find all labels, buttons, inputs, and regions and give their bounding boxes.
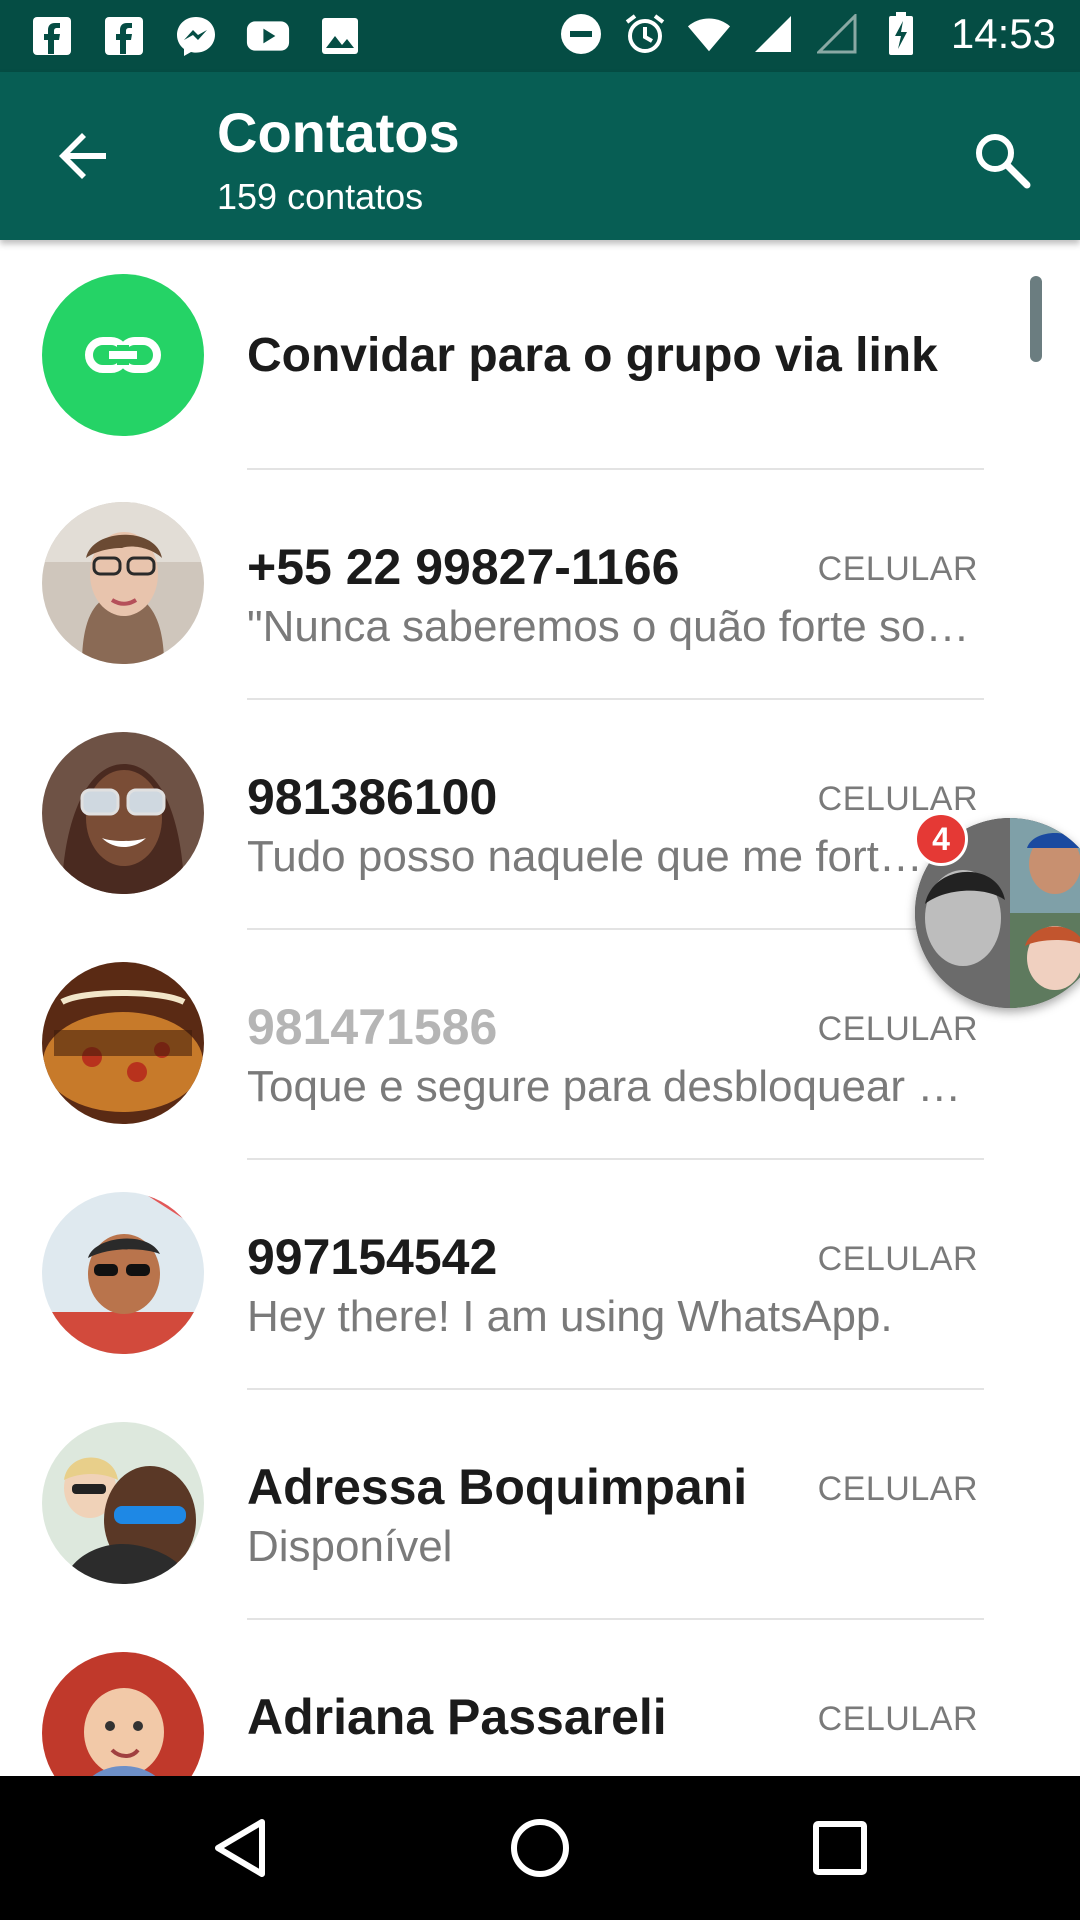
navigation-bar — [0, 1776, 1080, 1920]
contact-row[interactable]: 997154542 CELULAR Hey there! I am using … — [0, 1158, 1080, 1388]
page-title: Contatos — [217, 101, 460, 164]
contact-row[interactable]: Adressa Boquimpani CELULAR Disponível — [0, 1388, 1080, 1618]
avatar[interactable] — [42, 732, 204, 894]
scrollbar[interactable] — [1030, 276, 1042, 362]
avatar[interactable] — [42, 1652, 204, 1776]
clock: 14:53 — [950, 10, 1056, 57]
avatar[interactable] — [42, 502, 204, 664]
contact-type: CELULAR — [817, 1470, 978, 1508]
nav-back-icon — [215, 1819, 265, 1877]
divider — [247, 1618, 984, 1620]
contact-status: Toque e segure para desbloquear este con… — [247, 1062, 982, 1111]
battery-charging-icon — [879, 12, 923, 56]
contact-name: 981471586 — [247, 999, 498, 1055]
nav-home-icon — [511, 1819, 569, 1877]
facebook-icon — [30, 14, 74, 58]
dnd-icon — [559, 12, 603, 56]
link-icon — [85, 337, 161, 373]
contact-type: CELULAR — [817, 780, 978, 818]
status-bar: 14:53 — [0, 0, 1080, 72]
contact-status: "Nunca saberemos o quão forte somos até … — [247, 602, 982, 651]
contact-name: +55 22 99827-1166 — [247, 539, 680, 595]
nav-recents-icon — [813, 1821, 867, 1875]
back-button[interactable] — [46, 118, 122, 194]
search-button[interactable] — [964, 122, 1040, 198]
invite-via-link-row[interactable]: Convidar para o grupo via link — [0, 240, 1080, 470]
contact-name: 997154542 — [247, 1229, 498, 1285]
contact-type: CELULAR — [817, 1240, 978, 1278]
contact-status: Disponível — [247, 1522, 453, 1571]
divider — [247, 928, 984, 930]
divider — [247, 698, 984, 700]
messenger-icon — [174, 14, 218, 58]
avatar[interactable] — [42, 962, 204, 1124]
contact-list[interactable]: Convidar para o grupo via link +55 22 99… — [0, 240, 1080, 1776]
contact-type: CELULAR — [817, 550, 978, 588]
invite-label: Convidar para o grupo via link — [247, 329, 938, 382]
search-icon — [976, 134, 1031, 189]
contact-count: 159 contatos — [217, 176, 424, 217]
contact-row[interactable]: 981471586 CELULAR Toque e segure para de… — [0, 928, 1080, 1158]
nav-home-button[interactable] — [498, 1806, 582, 1890]
contact-name: Adressa Boquimpani — [247, 1459, 748, 1515]
divider — [247, 468, 984, 470]
contact-row[interactable]: +55 22 99827-1166 CELULAR "Nunca saberem… — [0, 468, 1080, 698]
youtube-icon — [246, 14, 290, 58]
signal-empty-icon — [815, 12, 859, 56]
contact-name: 981386100 — [247, 769, 498, 825]
arrow-back-icon — [59, 133, 106, 179]
alarm-icon — [623, 12, 667, 56]
facebook-icon — [102, 14, 146, 58]
contact-type: CELULAR — [817, 1700, 978, 1738]
app-bar: Contatos 159 contatos — [0, 72, 1080, 240]
avatar[interactable] — [42, 1422, 204, 1584]
unread-badge: 4 — [914, 812, 968, 866]
contact-status: Tudo posso naquele que me fortalece — [247, 832, 927, 881]
signal-icon — [751, 12, 795, 56]
contact-row[interactable]: Adriana Passareli CELULAR — [0, 1618, 1080, 1776]
invite-avatar — [42, 274, 204, 436]
nav-recents-button[interactable] — [798, 1806, 882, 1890]
avatar[interactable] — [42, 1192, 204, 1354]
gallery-icon — [318, 14, 362, 58]
contact-status: Hey there! I am using WhatsApp. — [247, 1292, 893, 1341]
contact-name: Adriana Passareli — [247, 1689, 667, 1745]
contact-type: CELULAR — [817, 1010, 978, 1048]
wifi-icon — [687, 12, 731, 56]
divider — [247, 1388, 984, 1390]
divider — [247, 1158, 984, 1160]
nav-back-button[interactable] — [198, 1806, 282, 1890]
